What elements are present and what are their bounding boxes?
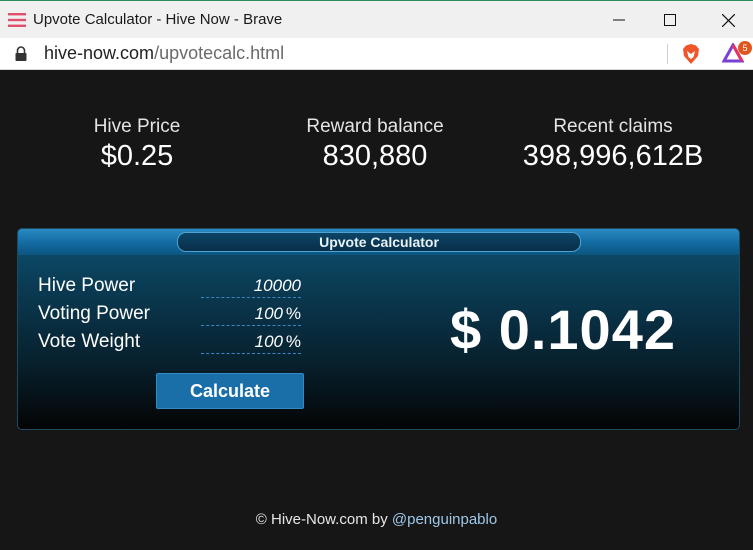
calculator-title: Upvote Calculator <box>177 232 581 252</box>
stat-label: Hive Price <box>93 116 181 137</box>
vote-weight-row: Vote Weight 100 % <box>38 328 308 354</box>
window-titlebar: Upvote Calculator - Hive Now - Brave <box>0 0 753 38</box>
stat-label: Recent claims <box>553 116 673 137</box>
url-text[interactable]: hive-now.com/upvotecalc.html <box>44 43 284 64</box>
author-link[interactable]: @penguinpablo <box>392 511 497 528</box>
stat-value: 830,880 <box>322 140 428 172</box>
hive-power-value: 10000 <box>253 276 301 295</box>
stat-label: Reward balance <box>306 116 444 137</box>
hive-power-row: Hive Power 10000 <box>38 272 308 298</box>
percent-unit: % <box>285 304 301 323</box>
footer: © Hive-Now.com by @penguinpablo <box>0 511 753 528</box>
close-button[interactable] <box>703 1 753 39</box>
stat-value: 398,996,612B <box>522 140 704 172</box>
maximize-icon <box>664 14 676 26</box>
upvote-calculator-panel: Upvote Calculator Hive Power 10000 Votin… <box>17 228 740 430</box>
calculate-button[interactable]: Calculate <box>156 373 304 409</box>
voting-power-value: 100 <box>254 304 283 323</box>
app-menu-icon[interactable] <box>8 12 26 28</box>
voting-power-row: Voting Power 100 % <box>38 300 308 326</box>
minimize-button[interactable] <box>594 1 644 39</box>
percent-unit: % <box>285 332 301 351</box>
vote-weight-value: 100 <box>254 332 283 351</box>
vote-weight-input[interactable]: 100 % <box>201 328 301 354</box>
stat-hive-price: Hive Price $0.25 <box>17 116 257 173</box>
hive-power-input[interactable]: 10000 <box>201 272 301 298</box>
footer-text: © Hive-Now.com by <box>255 511 392 528</box>
voting-power-label: Voting Power <box>38 303 150 324</box>
lock-icon[interactable] <box>14 46 28 67</box>
stat-recent-claims: Recent claims 398,996,612B <box>493 116 733 173</box>
hive-power-label: Hive Power <box>38 275 136 296</box>
url-host: hive-now.com <box>44 43 155 63</box>
close-icon <box>721 13 735 27</box>
calculator-header: Upvote Calculator <box>18 229 739 255</box>
brave-shield-icon[interactable] <box>681 43 701 70</box>
toolbar-divider <box>667 44 668 64</box>
window-title: Upvote Calculator - Hive Now - Brave <box>33 11 283 28</box>
page-content: Hive Price $0.25 Reward balance 830,880 … <box>0 71 753 550</box>
url-path: /upvotecalc.html <box>154 43 285 63</box>
minimize-icon <box>613 19 625 21</box>
maximize-button[interactable] <box>645 1 695 39</box>
stat-reward-balance: Reward balance 830,880 <box>255 116 495 173</box>
rewards-badge: 5 <box>738 41 752 55</box>
upvote-result: $ 0.1042 <box>450 298 676 361</box>
address-bar[interactable]: hive-now.com/upvotecalc.html 5 <box>0 38 753 70</box>
voting-power-input[interactable]: 100 % <box>201 300 301 326</box>
stat-value: $0.25 <box>100 140 174 172</box>
vote-weight-label: Vote Weight <box>38 331 141 352</box>
